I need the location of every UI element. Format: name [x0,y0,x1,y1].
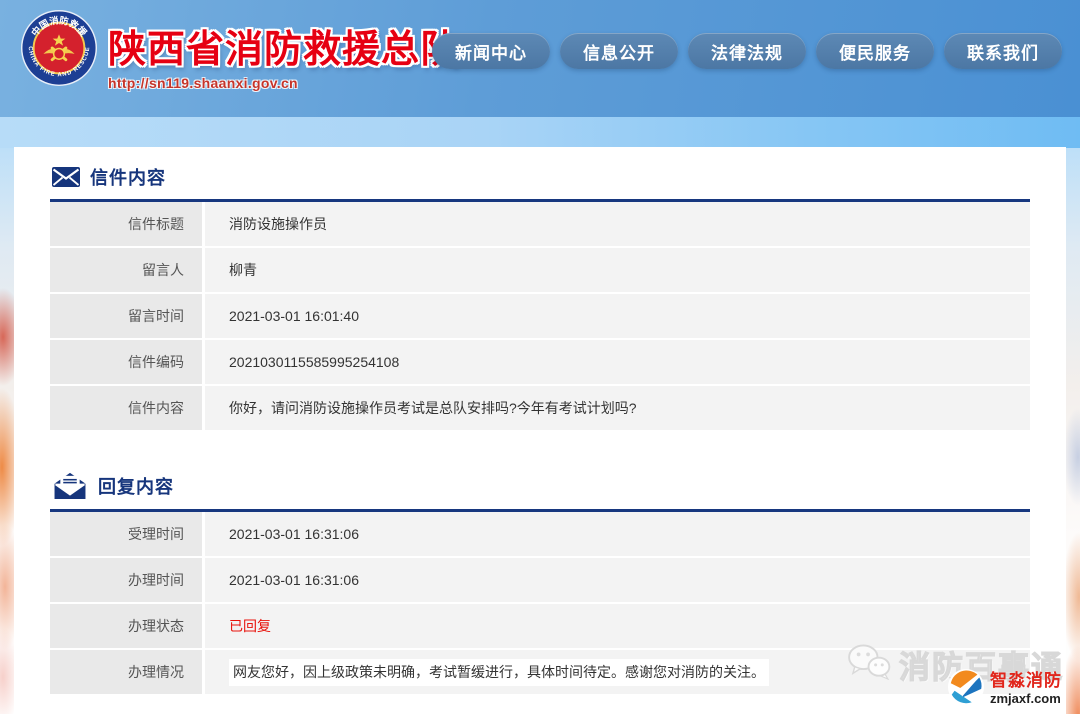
zhimiao-logo-icon [947,668,985,711]
row-value: 消防设施操作员 [205,202,1030,246]
letter-section-header: 信件内容 [52,164,1030,190]
fire-rescue-emblem-logo[interactable]: 中国消防救援 CHINA FIRE AND RESCUE [20,9,98,87]
table-row: 办理情况 网友您好，因上级政策未明确，考试暂缓进行，具体时间待定。感谢您对消防的… [50,650,1030,694]
nav-item-info-public[interactable]: 信息公开 [560,33,678,69]
row-label: 办理情况 [50,650,205,694]
site-title: 陕西省消防救援总队 [108,18,459,73]
row-label: 留言人 [50,248,205,292]
reply-table: 受理时间 2021-03-01 16:31:06 办理时间 2021-03-01… [50,509,1030,694]
zhimiao-brand: 智淼消防 [990,672,1062,691]
emblem-icon: 中国消防救援 CHINA FIRE AND RESCUE [20,9,98,87]
table-row: 信件内容 你好，请问消防设施操作员考试是总队安排吗?今年有考试计划吗? [50,386,1030,430]
table-row: 受理时间 2021-03-01 16:31:06 [50,512,1030,556]
row-value: 网友您好，因上级政策未明确，考试暂缓进行，具体时间待定。感谢您对消防的关注。 [205,650,1030,694]
envelope-icon [52,167,80,187]
row-label: 办理状态 [50,604,205,648]
row-value: 2021030115585995254108 [205,340,1030,384]
row-label: 办理时间 [50,558,205,602]
brand-block: 陕西省消防救援总队 http://sn119.shaanxi.gov.cn [108,18,459,91]
nav-item-laws[interactable]: 法律法规 [688,33,806,69]
reply-text: 网友您好，因上级政策未明确，考试暂缓进行，具体时间待定。感谢您对消防的关注。 [229,659,769,686]
row-value: 柳青 [205,248,1030,292]
table-row: 办理时间 2021-03-01 16:31:06 [50,558,1030,602]
reply-section-header: 回复内容 [52,471,1030,500]
nav-item-news-center[interactable]: 新闻中心 [432,33,550,69]
site-url-link[interactable]: http://sn119.shaanxi.gov.cn [108,75,459,91]
letter-section: 信件内容 信件标题 消防设施操作员 留言人 柳青 留言时间 2021-03-01… [50,164,1030,430]
table-row: 办理状态 已回复 [50,604,1030,648]
letter-section-title: 信件内容 [90,164,166,190]
row-label: 受理时间 [50,512,205,556]
row-label: 信件编码 [50,340,205,384]
status-badge: 已回复 [205,604,1030,648]
main-nav: 新闻中心 信息公开 法律法规 便民服务 联系我们 [432,33,1062,69]
row-label: 信件内容 [50,386,205,430]
row-value: 2021-03-01 16:31:06 [205,558,1030,602]
table-row: 留言人 柳青 [50,248,1030,292]
sky-strip [0,117,1080,148]
row-value: 2021-03-01 16:01:40 [205,294,1030,338]
row-value: 2021-03-01 16:31:06 [205,512,1030,556]
zhimiao-text-block: 智淼消防 zmjaxf.com [990,672,1062,706]
reply-section: 回复内容 受理时间 2021-03-01 16:31:06 办理时间 2021-… [50,471,1030,694]
table-row: 信件编码 2021030115585995254108 [50,340,1030,384]
watermark-zhimiao: 智淼消防 zmjaxf.com [947,668,1062,711]
row-label: 信件标题 [50,202,205,246]
site-header: 中国消防救援 CHINA FIRE AND RESCUE 陕西省消防救援总队 h… [0,0,1080,117]
row-label: 留言时间 [50,294,205,338]
envelope-open-icon [52,471,88,500]
table-row: 留言时间 2021-03-01 16:01:40 [50,294,1030,338]
table-row: 信件标题 消防设施操作员 [50,202,1030,246]
nav-item-services[interactable]: 便民服务 [816,33,934,69]
nav-item-contact-us[interactable]: 联系我们 [944,33,1062,69]
row-value: 你好，请问消防设施操作员考试是总队安排吗?今年有考试计划吗? [205,386,1030,430]
content-panel: 信件内容 信件标题 消防设施操作员 留言人 柳青 留言时间 2021-03-01… [14,147,1066,714]
letter-table: 信件标题 消防设施操作员 留言人 柳青 留言时间 2021-03-01 16:0… [50,199,1030,430]
zhimiao-url: zmjaxf.com [990,691,1062,707]
reply-section-title: 回复内容 [98,473,174,499]
